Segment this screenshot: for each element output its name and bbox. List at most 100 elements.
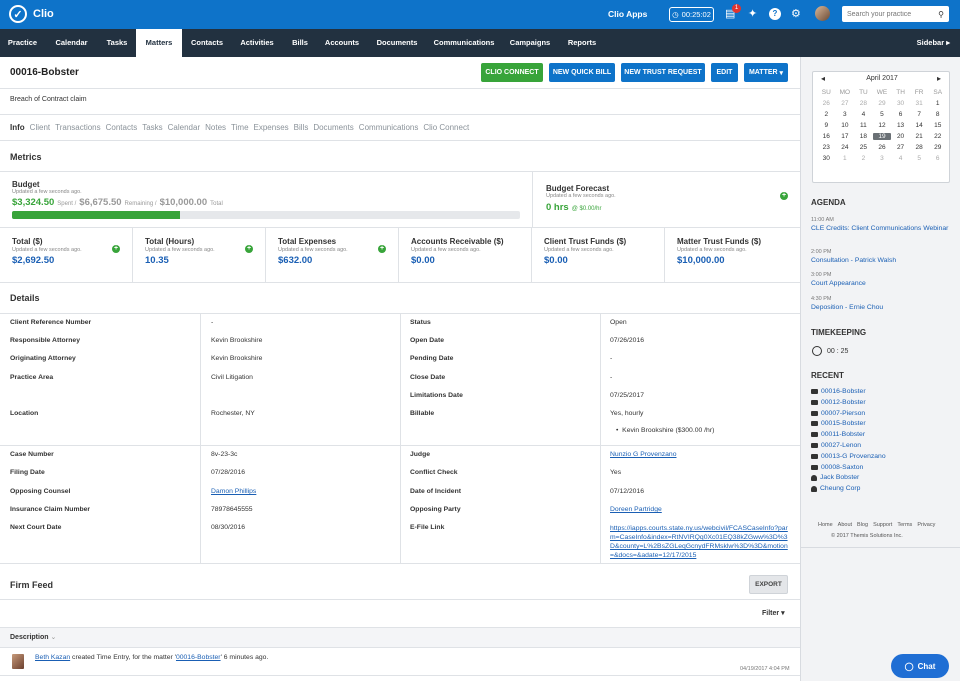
clio-logo[interactable]: ✓ Clio	[9, 5, 54, 23]
add-icon[interactable]: +	[112, 245, 120, 253]
footer-terms-link[interactable]: Terms	[897, 522, 912, 528]
calendar-day[interactable]: 23	[817, 144, 836, 151]
calendar-day[interactable]: 2	[854, 155, 873, 162]
tab-documents[interactable]: Documents	[313, 123, 353, 132]
judge-link[interactable]: Nunzio G Provenzano	[610, 451, 677, 458]
recent-item[interactable]: 00013-G Provenzano	[811, 453, 886, 460]
new-quick-bill-button[interactable]: NEW QUICK BILL	[549, 63, 615, 82]
recent-item[interactable]: Jack Bobster	[811, 474, 859, 481]
agenda-item[interactable]: Consultation - Patrick Walsh	[811, 256, 951, 265]
calendar-day[interactable]: 18	[854, 133, 873, 140]
recent-item[interactable]: 00015-Bobster	[811, 420, 866, 427]
calendar-day[interactable]: 15	[928, 122, 947, 129]
search-input[interactable]	[847, 10, 931, 18]
add-icon[interactable]: +	[378, 245, 386, 253]
calendar-day[interactable]: 9	[817, 122, 836, 129]
help-icon[interactable]: ?	[769, 8, 781, 20]
calendar-day[interactable]: 7	[910, 111, 929, 118]
nav-tasks[interactable]: Tasks	[98, 29, 136, 57]
footer-about-link[interactable]: About	[838, 522, 852, 528]
nav-activities[interactable]: Activities	[232, 29, 282, 57]
calendar-day[interactable]: 30	[817, 155, 836, 162]
recent-item[interactable]: 00027-Lenon	[811, 442, 861, 449]
calendar-day[interactable]: 27	[836, 100, 855, 107]
calendar-day[interactable]: 11	[854, 122, 873, 129]
footer-home-link[interactable]: Home	[818, 522, 833, 528]
matter-menu-button[interactable]: MATTER ▾	[744, 63, 788, 82]
tab-contacts[interactable]: Contacts	[106, 123, 138, 132]
tab-calendar[interactable]: Calendar	[168, 123, 200, 132]
user-avatar[interactable]	[815, 6, 830, 21]
calendar-day[interactable]: 1	[836, 155, 855, 162]
tab-client[interactable]: Client	[30, 123, 50, 132]
nav-documents[interactable]: Documents	[366, 29, 428, 57]
sidebar-toggle[interactable]: Sidebar ▸	[917, 29, 950, 57]
calendar-day[interactable]: 26	[873, 144, 892, 151]
efile-link[interactable]: https://iapps.courts.state.ny.us/webcivi…	[610, 524, 790, 560]
calendar-day[interactable]: 13	[891, 122, 910, 129]
tab-transactions[interactable]: Transactions	[55, 123, 101, 132]
footer-privacy-link[interactable]: Privacy	[917, 522, 935, 528]
tab-info[interactable]: Info	[10, 123, 25, 132]
calendar-day[interactable]: 21	[910, 133, 929, 140]
calendar-day[interactable]: 6	[928, 155, 947, 162]
calendar-day[interactable]: 31	[910, 100, 929, 107]
nav-practice[interactable]: Practice	[0, 29, 45, 57]
calendar-day[interactable]: 2	[817, 111, 836, 118]
nav-matters[interactable]: Matters	[136, 29, 182, 57]
next-month-icon[interactable]: ▸	[937, 74, 941, 83]
nav-contacts[interactable]: Contacts	[182, 29, 232, 57]
recent-item[interactable]: 00008-Saxton	[811, 464, 863, 471]
search-icon[interactable]: ⚲	[938, 10, 944, 19]
chat-button[interactable]: ◯ Chat	[891, 654, 949, 678]
calendar-day[interactable]: 17	[836, 133, 855, 140]
calendar-day[interactable]: 4	[891, 155, 910, 162]
calendar-day[interactable]: 30	[891, 100, 910, 107]
calendar-day[interactable]: 16	[817, 133, 836, 140]
filter-dropdown[interactable]: Filter ▾	[762, 609, 785, 617]
calendar-day[interactable]: 20	[891, 133, 910, 140]
feed-column-header[interactable]: Description ⌄	[0, 628, 800, 648]
calendar-day[interactable]: 3	[873, 155, 892, 162]
export-button[interactable]: EXPORT	[749, 575, 788, 594]
nav-communications[interactable]: Communications	[428, 29, 500, 57]
recent-item[interactable]: 00016-Bobster	[811, 388, 866, 395]
new-trust-request-button[interactable]: NEW TRUST REQUEST	[621, 63, 705, 82]
agenda-item[interactable]: Court Appearance	[811, 279, 951, 288]
tab-expenses[interactable]: Expenses	[254, 123, 289, 132]
nav-campaigns[interactable]: Campaigns	[500, 29, 560, 57]
calendar-day[interactable]: 6	[891, 111, 910, 118]
recent-item[interactable]: Cheung Corp	[811, 485, 860, 492]
clio-apps-link[interactable]: Clio Apps	[608, 9, 647, 19]
tab-bills[interactable]: Bills	[294, 123, 309, 132]
calendar-day[interactable]: 22	[928, 133, 947, 140]
calendar-day[interactable]: 28	[854, 100, 873, 107]
opposing-party-link[interactable]: Doreen Partridge	[610, 506, 662, 513]
calendar-day[interactable]: 29	[873, 100, 892, 107]
timekeeping-timer[interactable]: 00 : 25	[812, 346, 848, 356]
nav-bills[interactable]: Bills	[282, 29, 318, 57]
gear-icon[interactable]: ⚙	[791, 7, 801, 21]
clio-connect-button[interactable]: CLIO CONNECT	[481, 63, 543, 82]
calendar-day[interactable]: 10	[836, 122, 855, 129]
tab-tasks[interactable]: Tasks	[142, 123, 162, 132]
recent-item[interactable]: 00012-Bobster	[811, 399, 866, 406]
calendar-day[interactable]: 3	[836, 111, 855, 118]
calendar-day[interactable]: 25	[854, 144, 873, 151]
calendar-day[interactable]: 12	[873, 122, 892, 129]
add-forecast-icon[interactable]: +	[780, 192, 788, 200]
add-icon[interactable]: +	[245, 245, 253, 253]
tab-notes[interactable]: Notes	[205, 123, 226, 132]
calendar-day[interactable]: 29	[928, 144, 947, 151]
footer-blog-link[interactable]: Blog	[857, 522, 868, 528]
calendar-day[interactable]: 19	[872, 133, 892, 140]
tab-time[interactable]: Time	[231, 123, 248, 132]
nav-reports[interactable]: Reports	[560, 29, 604, 57]
calendar-day[interactable]: 24	[836, 144, 855, 151]
calendar-day[interactable]: 5	[873, 111, 892, 118]
recent-item[interactable]: 00007-Pierson	[811, 410, 865, 417]
footer-support-link[interactable]: Support	[873, 522, 892, 528]
agenda-item[interactable]: CLE Credits: Client Communications Webin…	[811, 224, 951, 233]
agenda-item[interactable]: Deposition - Ernie Chou	[811, 303, 951, 312]
calendar-day[interactable]: 8	[928, 111, 947, 118]
